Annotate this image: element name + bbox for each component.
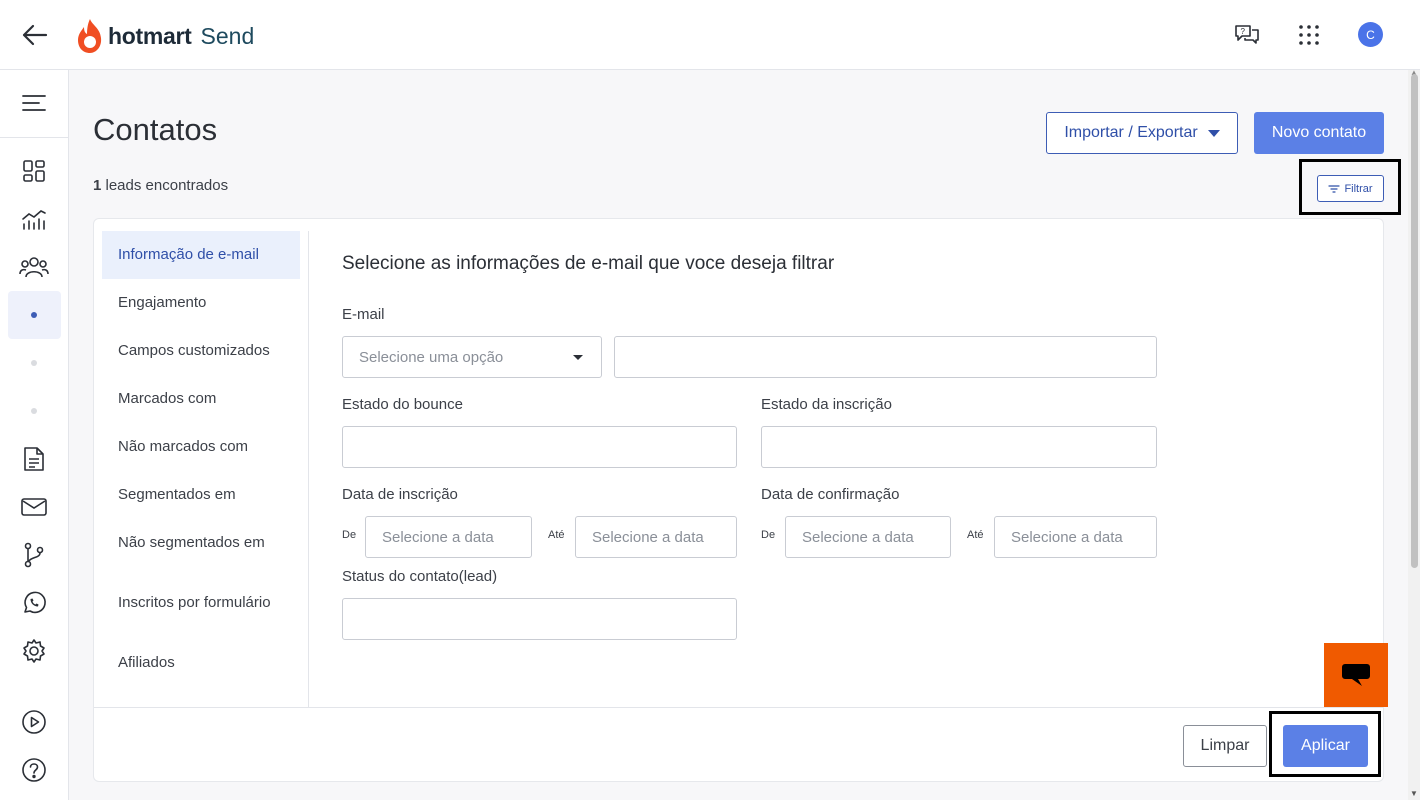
clear-button[interactable]: Limpar xyxy=(1183,725,1267,767)
bounce-state-label: Estado do bounce xyxy=(342,396,463,413)
select-caret-icon xyxy=(573,355,583,360)
leads-count: 1 leads encontrados xyxy=(93,177,228,194)
new-contact-button[interactable]: Novo contato xyxy=(1254,112,1384,154)
svg-text:?: ? xyxy=(1241,27,1246,36)
subscription-date-from-label: De xyxy=(342,529,357,541)
video-icon[interactable] xyxy=(17,705,51,739)
filter-category-not-tagged-with[interactable]: Não marcados com xyxy=(102,423,300,471)
filter-category-not-segmented-in[interactable]: Não segmentados em xyxy=(102,519,300,567)
chat-bubble-icon xyxy=(1342,664,1370,686)
import-export-button[interactable]: Importar / Exportar xyxy=(1046,112,1238,154)
dashboard-icon[interactable] xyxy=(17,154,51,188)
dot-icon[interactable] xyxy=(17,298,51,332)
dot-icon[interactable] xyxy=(17,394,51,428)
filter-panel: Informação de e-mail Engajamento Campos … xyxy=(93,218,1384,782)
subscription-state-select[interactable] xyxy=(761,426,1157,468)
confirmation-date-to-input[interactable]: Selecione a data xyxy=(994,516,1157,558)
sidebar xyxy=(0,70,69,800)
email-operator-select[interactable]: Selecione uma opção xyxy=(342,336,602,378)
chat-widget-button[interactable] xyxy=(1324,643,1388,707)
whatsapp-icon[interactable] xyxy=(17,586,51,620)
filter-label: Filtrar xyxy=(1344,182,1373,195)
panel-vertical-divider xyxy=(308,231,309,707)
email-operator-placeholder: Selecione uma opção xyxy=(359,348,504,366)
section-title: Selecione as informações de e-mail que v… xyxy=(342,253,835,274)
contacts-icon[interactable] xyxy=(17,250,51,284)
menu-icon[interactable] xyxy=(17,86,51,120)
subscription-state-label: Estado da inscrição xyxy=(761,396,892,413)
filter-category-subscribed-by-form[interactable]: Inscritos por formulário xyxy=(102,567,300,639)
logo-wordmark: hotmart xyxy=(108,22,192,49)
filter-button[interactable]: Filtrar xyxy=(1317,175,1384,202)
date-placeholder: Selecione a data xyxy=(1011,528,1123,546)
contact-status-select[interactable] xyxy=(342,598,737,640)
confirmation-date-label: Data de confirmação xyxy=(761,486,900,503)
document-icon[interactable] xyxy=(17,442,51,476)
filter-category-affiliates[interactable]: Afiliados xyxy=(102,639,300,687)
import-export-label: Importar / Exportar xyxy=(1064,124,1198,141)
confirmation-date-from-input[interactable]: Selecione a data xyxy=(785,516,951,558)
filter-category-custom-fields[interactable]: Campos customizados xyxy=(102,327,300,375)
page-title: Contatos xyxy=(93,112,218,147)
scroll-down-arrow-icon[interactable]: ▼ xyxy=(1410,789,1418,798)
automation-icon[interactable] xyxy=(17,538,51,572)
subscription-date-to-input[interactable]: Selecione a data xyxy=(575,516,737,558)
hotmart-send-logo[interactable]: hotmart Send xyxy=(76,16,254,56)
filter-category-segmented-in[interactable]: Segmentados em xyxy=(102,471,300,519)
apps-grid-icon[interactable] xyxy=(1294,20,1324,50)
settings-icon[interactable] xyxy=(17,634,51,668)
email-label: E-mail xyxy=(342,306,385,323)
back-arrow-icon[interactable] xyxy=(18,18,52,52)
filter-icon xyxy=(1328,184,1341,193)
filter-category-engagement[interactable]: Engajamento xyxy=(102,279,300,327)
mail-icon[interactable] xyxy=(17,490,51,524)
scrollbar-thumb[interactable] xyxy=(1411,74,1418,568)
contact-status-label: Status do contato(lead) xyxy=(342,568,498,585)
date-placeholder: Selecione a data xyxy=(382,528,494,546)
user-avatar[interactable]: C xyxy=(1358,22,1383,47)
confirmation-date-from-label: De xyxy=(761,529,776,541)
leads-count-label: leads encontrados xyxy=(101,177,229,194)
panel-footer-divider xyxy=(94,707,1383,708)
sidebar-divider xyxy=(0,137,68,138)
subscription-date-label: Data de inscrição xyxy=(342,486,458,503)
filter-category-email-info[interactable]: Informação de e-mail xyxy=(102,231,300,279)
date-placeholder: Selecione a data xyxy=(802,528,914,546)
apply-highlight-box xyxy=(1269,711,1381,777)
help-icon[interactable] xyxy=(17,753,51,787)
bounce-state-select[interactable] xyxy=(342,426,737,468)
filter-category-tagged-with[interactable]: Marcados com xyxy=(102,375,300,423)
page-scrollbar[interactable]: ▲ ▼ xyxy=(1408,68,1420,800)
email-value-input[interactable] xyxy=(614,336,1157,378)
top-bar: hotmart Send ? C xyxy=(0,0,1420,70)
subscription-date-from-input[interactable]: Selecione a data xyxy=(365,516,532,558)
flame-logo-icon xyxy=(78,19,102,53)
subscription-date-to-label: Até xyxy=(548,529,565,541)
help-chat-icon[interactable]: ? xyxy=(1232,20,1262,50)
confirmation-date-to-label: Até xyxy=(967,529,984,541)
analytics-icon[interactable] xyxy=(17,202,51,236)
date-placeholder: Selecione a data xyxy=(592,528,704,546)
logo-product: Send xyxy=(200,22,255,49)
dot-icon[interactable] xyxy=(17,346,51,380)
filter-categories: Informação de e-mail Engajamento Campos … xyxy=(102,231,300,687)
caret-down-icon xyxy=(1207,129,1220,137)
